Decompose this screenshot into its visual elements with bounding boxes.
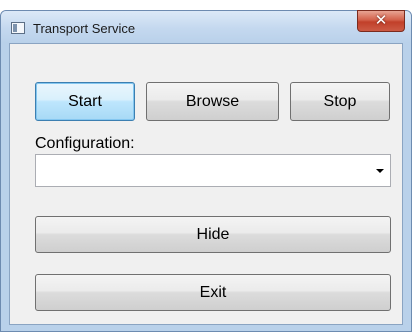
window-title: Transport Service — [33, 21, 136, 36]
browse-button[interactable]: Browse — [146, 82, 279, 121]
hide-button[interactable]: Hide — [35, 216, 391, 253]
close-icon[interactable]: ✕ — [357, 10, 405, 32]
exit-button[interactable]: Exit — [35, 274, 391, 311]
chevron-down-icon[interactable] — [376, 169, 384, 173]
configuration-dropdown[interactable] — [35, 154, 391, 187]
client-area: Start Browse Stop Configuration: Hide Ex… — [9, 43, 403, 325]
app-window: Transport Service ✕ Start Browse Stop Co… — [0, 10, 412, 332]
stop-button[interactable]: Stop — [290, 82, 390, 121]
start-button[interactable]: Start — [35, 82, 135, 121]
configuration-label: Configuration: — [35, 135, 135, 152]
app-window-icon — [11, 22, 25, 34]
title-bar[interactable]: Transport Service — [1, 11, 411, 43]
